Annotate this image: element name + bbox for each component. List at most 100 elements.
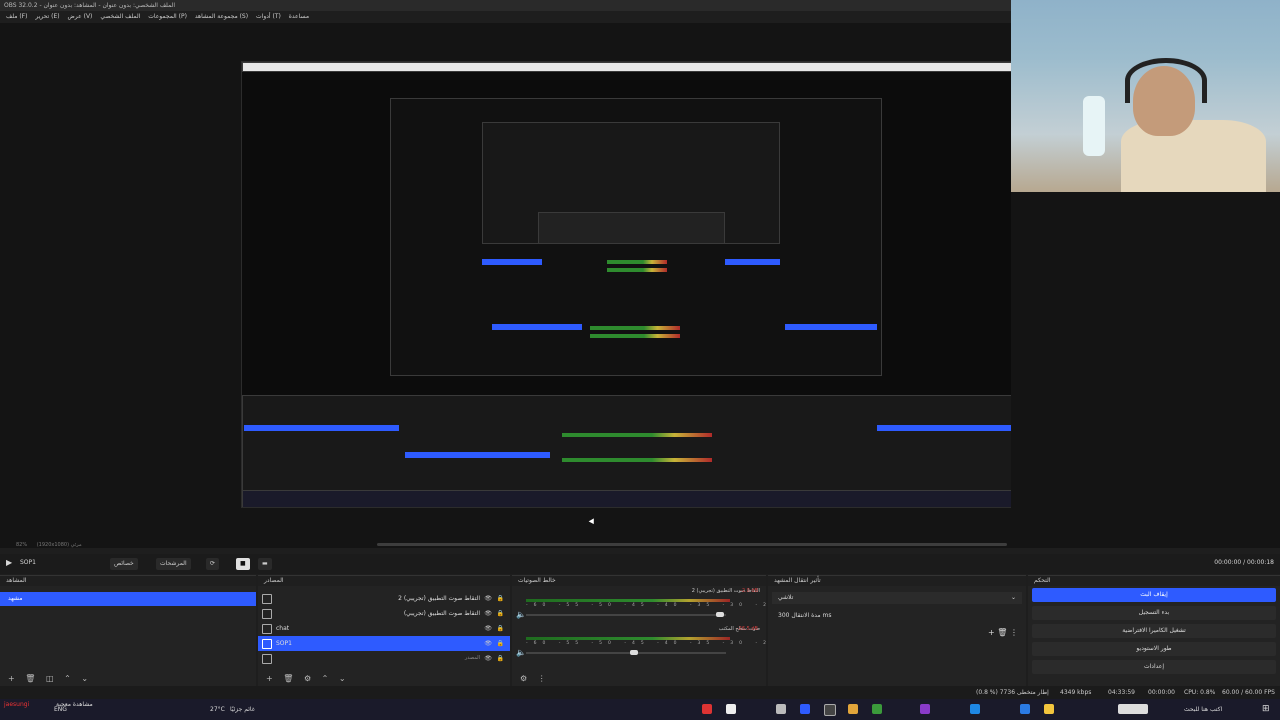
lock-icon[interactable]: 🔒 <box>497 651 504 666</box>
channel-name: صوت سطح المكتب <box>718 626 760 632</box>
weather-temp: 27°C <box>210 706 225 713</box>
app-icon[interactable] <box>920 704 930 714</box>
transitions-title: تأثير انتقال المشهد <box>768 576 1026 586</box>
stop-icon[interactable]: ■ <box>236 558 250 570</box>
headset-shape <box>1125 58 1207 103</box>
lamp-shape <box>1083 96 1105 156</box>
add-icon[interactable]: + <box>988 628 995 637</box>
up-icon[interactable]: ⌃ <box>322 674 329 683</box>
settings-button[interactable]: إعدادات <box>1032 660 1276 674</box>
chevron-down-icon: ⌄ <box>1010 594 1016 601</box>
weather-text: غائم جزئيًا <box>230 706 255 713</box>
filter-icon[interactable]: ◫ <box>46 674 54 683</box>
mixer-settings-icon[interactable]: ⚙ <box>520 674 527 683</box>
menu-help[interactable]: مساعدة <box>289 13 309 20</box>
down-icon[interactable]: ⌄ <box>339 674 346 683</box>
fader-knob[interactable] <box>716 612 724 617</box>
menu-view[interactable]: عرض (V) <box>68 13 93 20</box>
up-icon[interactable]: ⌃ <box>64 674 71 683</box>
eye-icon[interactable]: 👁 <box>484 621 492 636</box>
eye-icon[interactable]: 👁 <box>484 591 492 606</box>
app-icon[interactable] <box>800 704 810 714</box>
app-icon[interactable] <box>776 704 786 714</box>
remove-icon[interactable]: 🗑 <box>997 628 1007 637</box>
chrome-icon[interactable] <box>848 704 858 714</box>
mixer-title: خالط الصوتيات <box>512 576 766 586</box>
media-source-icon <box>262 639 272 649</box>
source-item[interactable]: chat 👁 🔒 <box>258 621 510 636</box>
studio-mode-button[interactable]: طور الاستوديو <box>1032 642 1276 656</box>
down-icon[interactable]: ⌄ <box>81 674 88 683</box>
app-icon[interactable] <box>872 704 882 714</box>
windows-icon[interactable]: ⊞ <box>1262 699 1270 720</box>
app-icon[interactable] <box>970 704 980 714</box>
search-placeholder[interactable]: اكتب هنا للبحث <box>1184 699 1222 720</box>
lock-icon[interactable]: 🔒 <box>497 591 504 606</box>
eye-icon[interactable]: 👁 <box>484 636 492 651</box>
lock-icon[interactable]: 🔒 <box>497 621 504 636</box>
channel-db: -2.0 dB <box>740 588 758 594</box>
duration-row: مدة الانتقال 300 ms <box>772 610 1022 622</box>
source-label: chat <box>276 625 290 632</box>
mixer-dock: خالط الصوتيات 2 التقاط صوت التطبيق (تجري… <box>512 575 913 686</box>
menu-tools[interactable]: أدوات (T) <box>256 13 281 20</box>
menu-scene-collection[interactable]: مجموعة المشاهد (S) <box>195 13 248 20</box>
refresh-icon[interactable]: ⟳ <box>206 558 220 570</box>
speaker-icon[interactable]: 🔈 <box>516 648 526 657</box>
eye-icon[interactable]: 👁 <box>484 606 492 621</box>
virtual-camera-button[interactable]: تشغيل الكاميرا الافتراضية <box>1032 624 1276 638</box>
sources-dock: المصادر 2 التقاط صوت التطبيق (تجريبي) 👁 🔒… <box>258 575 510 686</box>
duration-label: مدة الانتقال <box>791 612 821 619</box>
menu-file[interactable]: ملف (F) <box>6 13 27 20</box>
speaker-icon[interactable]: 🔈 <box>516 610 526 619</box>
more-icon[interactable]: ⋮ <box>538 674 546 683</box>
edge-icon[interactable] <box>1020 704 1030 714</box>
stop-stream-button[interactable]: إيقاف البث <box>1032 588 1276 602</box>
source-item[interactable]: التقاط صوت التطبيق (تجريبي) 👁 🔒 <box>258 606 510 621</box>
scenes-footer: + 🗑 ◫ ⌃ ⌄ <box>0 672 256 686</box>
scene-item[interactable]: مشهد <box>0 592 256 606</box>
add-icon[interactable]: + <box>266 674 273 683</box>
folder-icon[interactable] <box>1044 704 1054 714</box>
cpu-usage: CPU: 0.8% <box>1184 689 1216 696</box>
preview-canvas[interactable] <box>241 61 1031 508</box>
remove-icon[interactable]: 🗑 <box>25 674 35 683</box>
lock-icon[interactable]: 🔒 <box>497 636 504 651</box>
obs-icon[interactable] <box>824 704 836 716</box>
add-icon[interactable]: + <box>8 674 15 683</box>
gear-icon[interactable]: ⚙ <box>304 674 311 683</box>
search-bar-thumb[interactable] <box>1118 704 1148 714</box>
menu-edit[interactable]: تحرير (E) <box>35 13 59 20</box>
slider-icon[interactable]: ▬ <box>258 558 272 570</box>
webcam-overlay <box>1011 0 1280 192</box>
remove-icon[interactable]: 🗑 <box>283 674 293 683</box>
properties-button[interactable]: خصائص <box>110 558 138 570</box>
source-item-selected[interactable]: SOP1 👁 🔒 <box>258 636 510 651</box>
transition-select[interactable]: تلاشي ⌄ <box>772 592 1022 604</box>
menu-collections[interactable]: المجموعات <box>148 13 176 20</box>
preview-scrollbar[interactable] <box>377 543 1007 546</box>
filters-button[interactable]: المرشحات <box>156 558 191 570</box>
preview-side <box>1011 192 1280 548</box>
mixer-footer: ⚙ ⋮ <box>512 672 766 686</box>
volume-fader[interactable] <box>526 612 726 617</box>
lock-icon[interactable]: 🔒 <box>497 606 504 621</box>
app-icon[interactable] <box>726 704 736 714</box>
window-title: OBS 32.0.2 - الملف الشخصي: بدون عنوان - … <box>0 0 1011 11</box>
eye-icon[interactable]: 👁 <box>484 651 492 666</box>
play-icon[interactable]: ▶ <box>6 554 12 572</box>
menu-bar: ملف (F) تحرير (E) عرض (V) المجموعات المل… <box>0 11 1011 23</box>
volume-meter <box>526 599 730 602</box>
media-time: 00:00:00 / 00:00:18 <box>1214 559 1274 566</box>
source-item[interactable]: المصدر 👁 🔒 <box>258 651 510 666</box>
source-item[interactable]: 2 التقاط صوت التطبيق (تجريبي) 👁 🔒 <box>258 591 510 606</box>
zoom-percent[interactable]: 82% <box>16 542 27 548</box>
fader-knob[interactable] <box>630 650 638 655</box>
volume-fader[interactable] <box>526 650 726 655</box>
language[interactable]: ENG <box>54 699 67 720</box>
app-icon[interactable] <box>702 704 712 714</box>
source-label: التقاط صوت التطبيق (تجريبي) <box>403 610 480 617</box>
start-recording-button[interactable]: بدء التسجيل <box>1032 606 1276 620</box>
controls-title: التحكم <box>1028 576 1280 586</box>
more-icon[interactable]: ⋮ <box>1010 628 1018 637</box>
